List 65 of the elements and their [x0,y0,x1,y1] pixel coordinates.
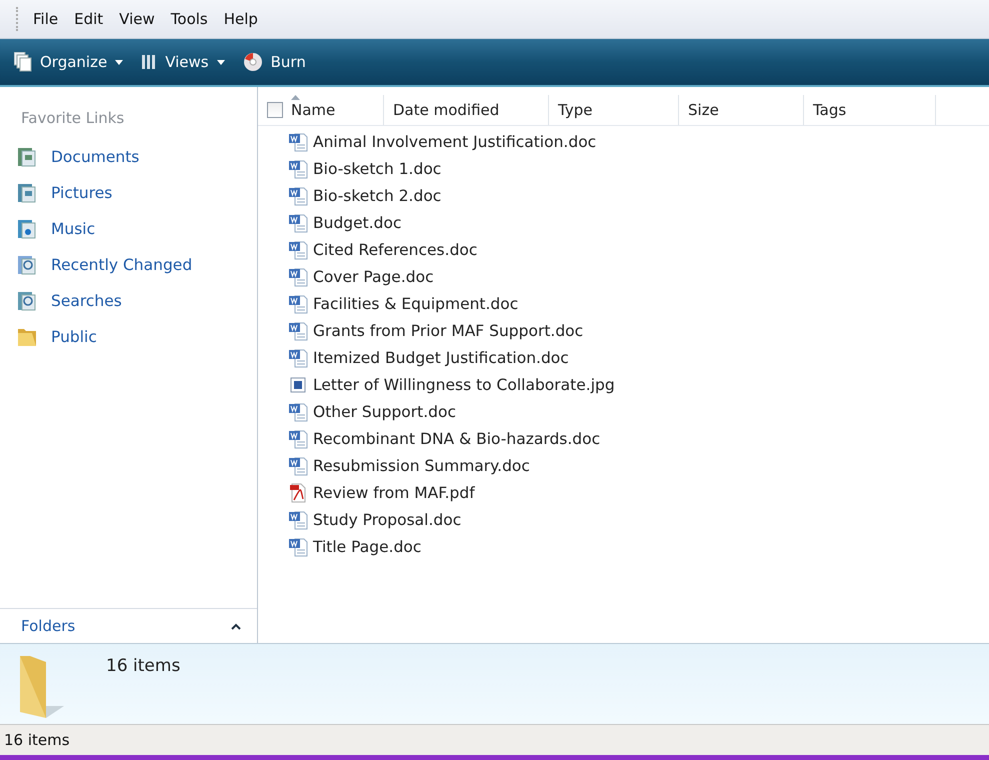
word-document-icon [287,536,309,556]
chevron-up-icon[interactable] [231,622,241,630]
file-name[interactable]: Study Proposal.doc [313,510,462,528]
file-name[interactable]: Animal Involvement Justification.doc [313,132,596,150]
magnifier-icon [16,254,38,276]
file-name[interactable]: Bio-sketch 2.doc [313,186,442,204]
music-icon [16,218,38,240]
file-name[interactable]: Facilities & Equipment.doc [313,294,518,312]
toolbar-button[interactable]: Views [141,53,225,71]
sidebar-link[interactable]: Public [51,328,97,346]
file-name[interactable]: Recombinant DNA & Bio-hazards.doc [313,430,600,448]
folders-toggle[interactable]: Folders [21,617,76,635]
file-name[interactable]: Review from MAF.pdf [313,484,475,502]
magnifier-icon [16,290,38,312]
columns-icon [141,54,158,70]
word-document-icon [287,294,309,314]
toolbar-button[interactable]: Burn [242,52,306,72]
word-document-icon [287,186,309,206]
file-name[interactable]: Bio-sketch 1.doc [313,160,442,178]
file-name[interactable]: Resubmission Summary.doc [313,456,530,474]
word-document-icon [287,402,309,422]
word-document-icon [287,158,309,178]
word-document-icon [287,320,309,340]
sidebar-link[interactable]: Documents [51,148,140,166]
sort-arrow-icon [291,95,300,100]
sidebar-link[interactable]: Recently Changed [51,256,192,274]
word-document-icon [287,132,309,152]
sidebar-link[interactable]: Searches [51,292,122,310]
pages-icon [14,52,32,72]
menu-item[interactable]: Help [216,8,265,30]
file-name[interactable]: Itemized Budget Justification.doc [313,348,569,366]
menu-item[interactable]: Tools [164,8,215,30]
picture-icon [16,182,38,204]
file-name[interactable]: Cover Page.doc [313,268,434,286]
disc-icon [242,52,263,72]
word-document-icon [287,266,309,286]
file-name[interactable]: Grants from Prior MAF Support.doc [313,322,584,340]
sidebar-heading: Favorite Links [20,108,126,129]
select-all-checkbox[interactable] [267,102,283,118]
sidebar-link[interactable]: Music [51,220,96,238]
toolbar-button[interactable]: Organize [14,52,124,72]
file-name[interactable]: Budget.doc [313,214,402,232]
column-header[interactable]: Date modified [384,95,549,125]
word-document-icon [287,510,309,530]
column-header[interactable]: Type [549,95,679,125]
word-document-icon [287,212,309,232]
menu-item[interactable]: File [26,8,66,30]
column-header[interactable]: Size [679,95,804,125]
document-icon [16,146,38,168]
file-name[interactable]: Cited References.doc [313,240,478,258]
word-document-icon [287,348,309,368]
word-document-icon [287,240,309,260]
file-name[interactable]: Letter of Willingness to Collaborate.jpg [313,376,615,394]
menu-item[interactable]: Edit [67,8,110,30]
status-text: 16 items [4,731,70,749]
word-document-icon [287,456,309,476]
sidebar-link[interactable]: Pictures [51,184,112,202]
file-name[interactable]: Title Page.doc [313,538,422,556]
menu-item[interactable]: View [112,8,162,30]
folder-icon [16,326,38,348]
file-name[interactable]: Other Support.doc [313,402,456,420]
column-header[interactable]: Tags [804,95,936,125]
column-header[interactable]: Name [258,95,384,125]
item-count: 16 items [106,656,180,676]
word-document-icon [287,428,309,448]
